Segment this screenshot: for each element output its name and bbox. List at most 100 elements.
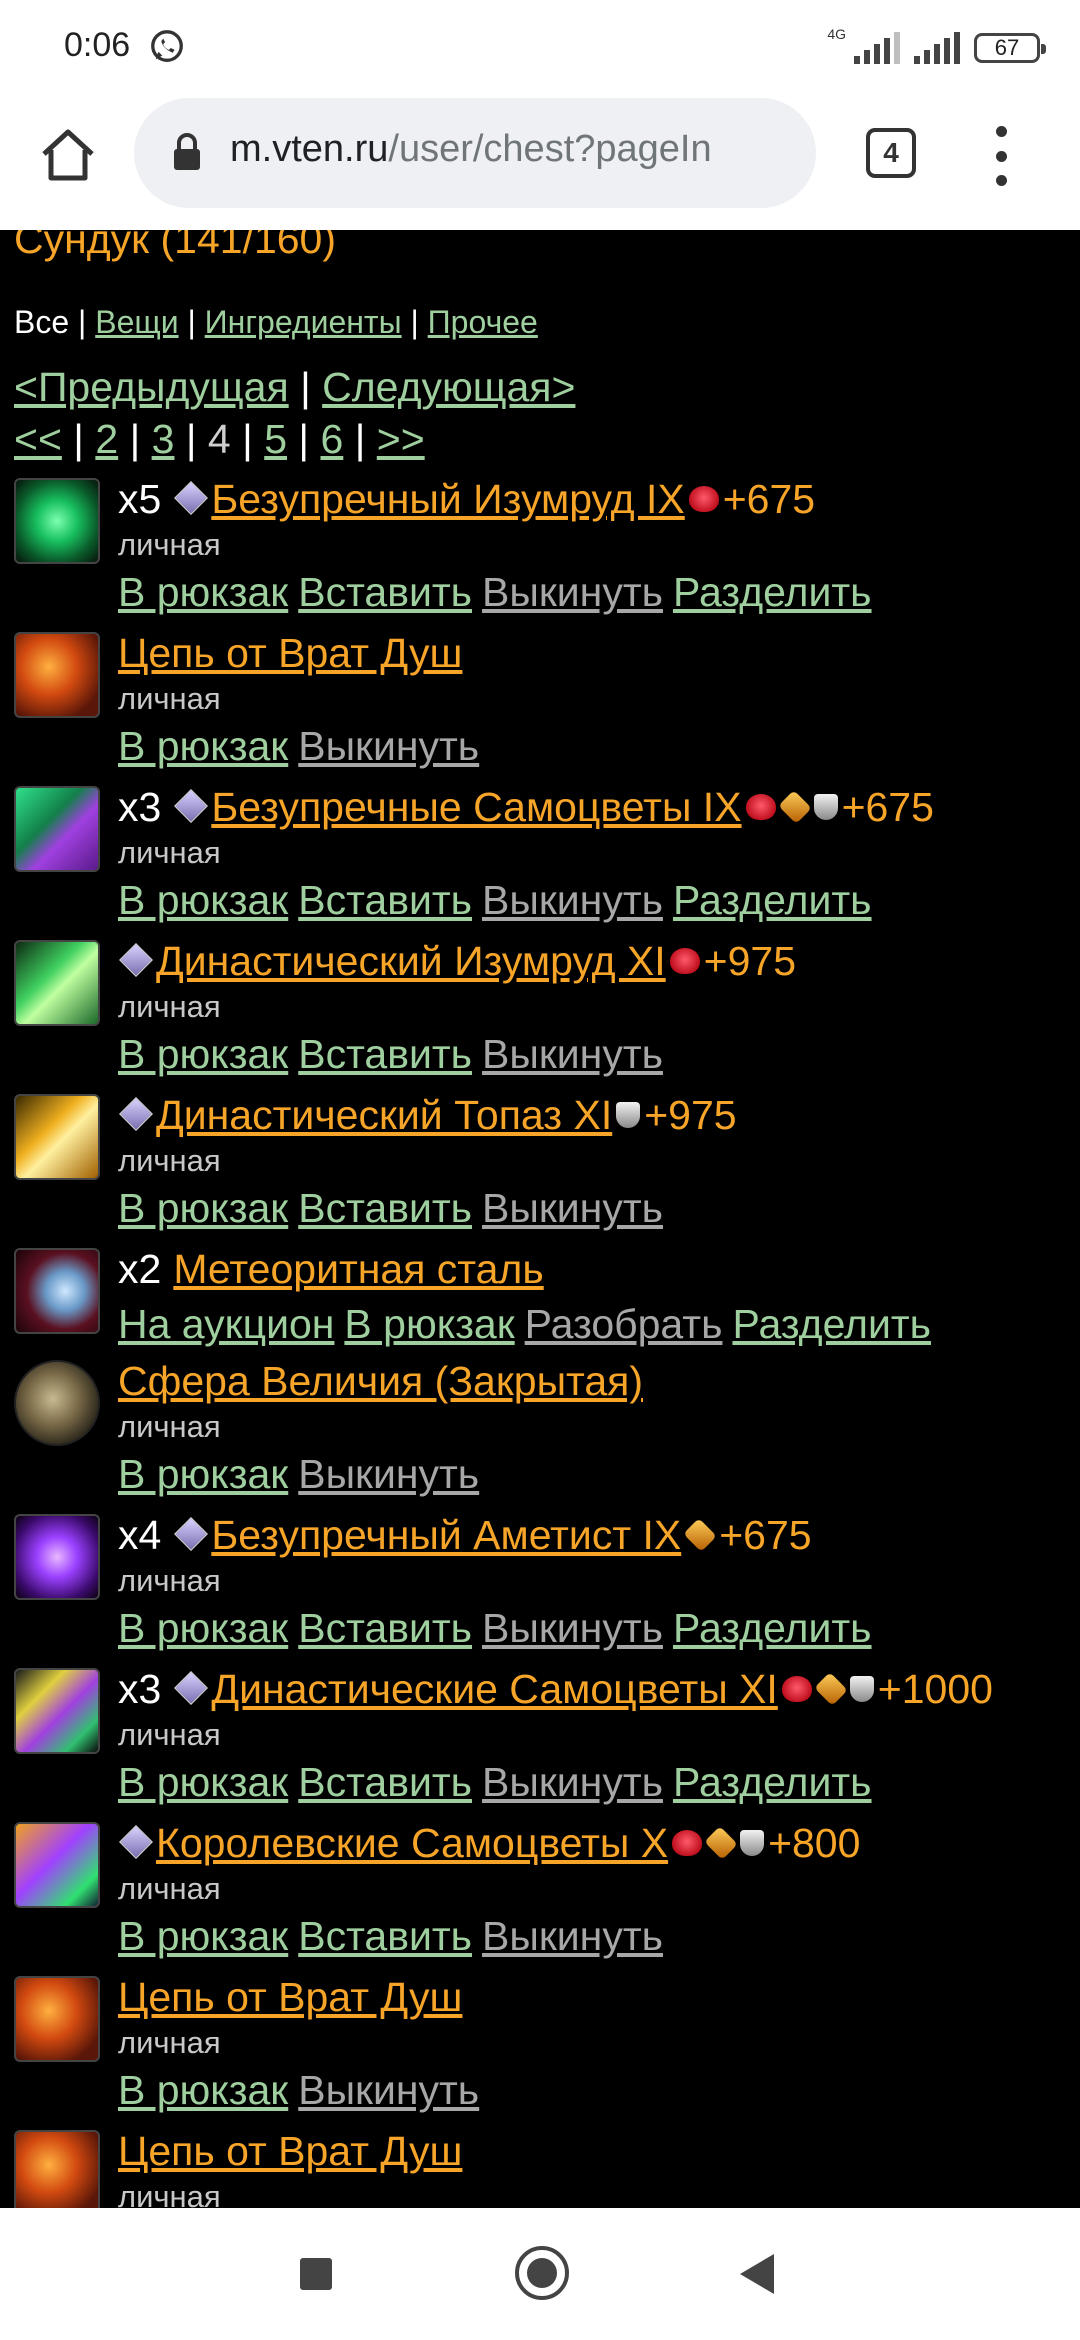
last-page-link[interactable]: >> [377,416,425,462]
item-action-link[interactable]: В рюкзак [118,1031,288,1077]
item-action-link[interactable]: Выкинуть [482,569,663,615]
item-action-link[interactable]: Выкинуть [298,1451,479,1497]
url-text[interactable]: m.vten.ru/user/chest?pageIn [230,128,712,171]
chain-icon[interactable] [14,2130,100,2208]
item-action-link[interactable]: В рюкзак [118,723,288,769]
chest-item: x3 Династические Самоцветы XI +1000 личная В… [14,1662,1080,1816]
item-action-link[interactable]: Вставить [298,1185,472,1231]
item-binding-tag: личная [118,527,221,562]
item-action-link[interactable]: Вставить [298,1605,472,1651]
network-type: 4G [827,26,846,42]
item-action-link[interactable]: Выкинуть [482,877,663,923]
item-action-link[interactable]: Выкинуть [482,1759,663,1805]
item-action-link[interactable]: Вставить [298,569,472,615]
item-action-link[interactable]: Разделить [673,569,872,615]
next-page-link[interactable]: Следующая> [322,364,575,410]
item-action-link[interactable]: Выкинуть [482,1031,663,1077]
item-title-line: Цепь от Врат Душ [118,2124,1080,2178]
item-name-link[interactable]: Династические Самоцветы XI [211,1666,777,1712]
item-name-link[interactable]: Метеоритная сталь [173,1246,543,1292]
emerald-icon[interactable] [14,478,100,564]
item-name-link[interactable]: Цепь от Врат Душ [118,1974,462,2020]
chain-icon[interactable] [14,632,100,718]
item-name-link[interactable]: Династический Изумруд XI [156,938,666,984]
item-action-link[interactable]: Выкинуть [298,2067,479,2113]
item-action-link[interactable]: Разобрать [525,1301,723,1347]
item-action-link[interactable]: Вставить [298,877,472,923]
item-name-link[interactable]: Безупречные Самоцветы IX [211,784,741,830]
chest-item: x5 Безупречный Изумруд IX +675 личная В рюкз… [14,472,1080,626]
item-action-link[interactable]: Выкинуть [482,1605,663,1651]
item-actions: В рюкзак Вставить Выкинуть [118,1908,1080,1964]
filter-things[interactable]: Вещи [95,304,178,340]
recents-icon[interactable] [300,2258,332,2290]
item-action-link[interactable]: В рюкзак [118,569,288,615]
item-name-link[interactable]: Династический Топаз XI [156,1092,612,1138]
signal-icon [854,32,900,64]
item-title-line: x3 Безупречные Самоцветы IX +675 [118,780,1080,834]
prev-page-link[interactable]: <Предыдущая [14,364,289,410]
item-name-link[interactable]: Безупречный Изумруд IX [211,476,684,522]
tab-switcher-button[interactable]: 4 [866,128,916,178]
item-quantity: x5 [118,476,162,522]
chest-item: Королевские Самоцветы X +800 личная В рюкза… [14,1816,1080,1970]
item-action-link[interactable]: В рюкзак [118,1605,288,1651]
topaz-icon[interactable] [14,1094,100,1180]
item-actions: В рюкзак Выкинуть [118,1446,1080,1502]
armor-icon [813,794,838,821]
item-action-link[interactable]: В рюкзак [118,2067,288,2113]
chest-item: x4 Безупречный Аметист IX +675 личная В рюкз… [14,1508,1080,1662]
filter-ingredients[interactable]: Ингредиенты [205,304,402,340]
page-link-3[interactable]: 3 [152,416,175,462]
item-action-link[interactable]: В рюкзак [118,877,288,923]
item-name-link[interactable]: Цепь от Врат Душ [118,630,462,676]
item-action-link[interactable]: Выкинуть [482,1913,663,1959]
amethyst-icon[interactable] [14,1514,100,1600]
page-link-6[interactable]: 6 [320,416,343,462]
item-action-link[interactable]: Вставить [298,1759,472,1805]
item-action-link[interactable]: В рюкзак [118,1451,288,1497]
url-host: m.vten.ru [230,128,389,170]
address-bar[interactable]: m.vten.ru/user/chest?pageIn [134,98,816,208]
item-action-link[interactable]: В рюкзак [118,1185,288,1231]
chest-item: x2 Метеоритная сталь На аукцион В рюкзак Раз… [14,1242,1080,1354]
filter-other[interactable]: Прочее [428,304,538,340]
home-icon[interactable] [36,124,100,188]
page-title: Сундук (141/160) [14,230,337,262]
first-page-link[interactable]: << [14,416,62,462]
item-action-link[interactable]: Разделить [673,1605,872,1651]
item-action-link[interactable]: В рюкзак [344,1301,514,1347]
page-link-5[interactable]: 5 [264,416,287,462]
item-action-link[interactable]: Вставить [298,1913,472,1959]
heart-icon [745,794,776,821]
item-action-link[interactable]: Разделить [732,1301,931,1347]
item-quantity: x2 [118,1246,162,1292]
item-action-link[interactable]: Выкинуть [482,1185,663,1231]
item-action-link[interactable]: Разделить [673,877,872,923]
gem-type-icon [174,1517,209,1552]
royal-gems-icon[interactable] [14,1822,100,1908]
back-icon[interactable] [740,2254,774,2294]
sphere-icon[interactable] [14,1360,100,1446]
item-action-link[interactable]: Выкинуть [298,723,479,769]
item-title-line: Династический Топаз XI +975 [118,1088,1080,1142]
overflow-menu-icon[interactable] [986,126,1016,186]
item-name-link[interactable]: Безупречный Аметист IX [211,1512,681,1558]
green-crystal-icon[interactable] [14,940,100,1026]
item-name-link[interactable]: Сфера Величия (Закрытая) [118,1358,643,1404]
shield-icon [813,1672,848,1707]
item-name-link[interactable]: Цепь от Врат Душ [118,2128,462,2174]
item-action-link[interactable]: Вставить [298,1031,472,1077]
item-action-link[interactable]: В рюкзак [118,1913,288,1959]
item-binding-tag: личная [118,989,221,1024]
item-action-link[interactable]: В рюкзак [118,1759,288,1805]
steel-ingot-icon[interactable] [14,1248,100,1334]
dynasty-gems-icon[interactable] [14,1668,100,1754]
page-link-2[interactable]: 2 [95,416,118,462]
item-action-link[interactable]: На аукцион [118,1301,334,1347]
item-name-link[interactable]: Королевские Самоцветы X [156,1820,668,1866]
gems-set-icon[interactable] [14,786,100,872]
chain-icon[interactable] [14,1976,100,2062]
home-nav-icon[interactable] [515,2246,569,2300]
item-action-link[interactable]: Разделить [673,1759,872,1805]
